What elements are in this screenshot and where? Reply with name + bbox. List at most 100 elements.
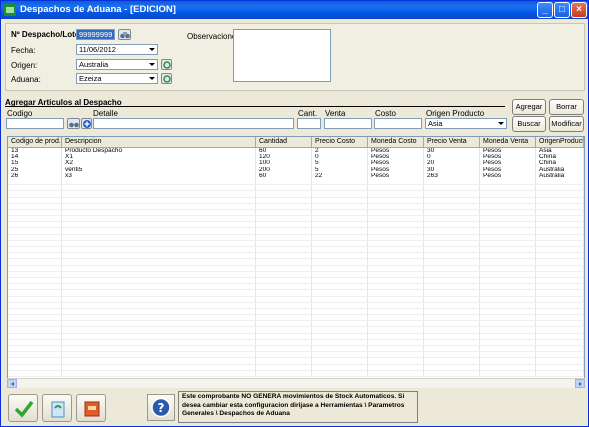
empty-cell [8,185,62,191]
empty-cell [424,327,480,333]
empty-cell [480,247,536,253]
empty-cell [8,315,62,321]
empty-cell [536,228,584,234]
column-header[interactable]: Descripcion [62,137,256,148]
detalle-input[interactable] [93,118,294,129]
column-header[interactable]: OrigenProducto [536,137,584,148]
origen-value: Australia [79,60,109,69]
accept-button[interactable] [8,394,38,422]
empty-cell [368,364,424,370]
empty-cell [62,358,256,364]
empty-cell [368,284,424,290]
scroll-right-icon[interactable] [575,379,585,388]
empty-cell [312,228,368,234]
observaciones-textarea[interactable] [233,29,331,82]
aduana-select[interactable]: Ezeiza [76,73,158,84]
empty-cell [312,364,368,370]
empty-cell [256,370,312,376]
empty-cell [312,253,368,259]
empty-cell [368,315,424,321]
empty-cell [8,296,62,302]
empty-cell [62,185,256,191]
empty-cell [8,290,62,296]
empty-cell [480,222,536,228]
close-button[interactable]: × [571,2,587,18]
help-button[interactable]: ? [147,394,175,421]
column-header[interactable]: Moneda Venta [480,137,536,148]
cant-input[interactable] [297,118,321,129]
origen-select[interactable]: Australia [76,59,158,70]
empty-cell [256,339,312,345]
maximize-button[interactable]: □ [554,2,570,18]
title-bar[interactable]: Despachos de Aduana - [EDICION] _ □ × [1,1,588,19]
empty-cell [368,209,424,216]
modificar-button[interactable]: Modificar [549,116,584,132]
column-header[interactable]: Precio Venta [424,137,480,148]
empty-cell [312,209,368,216]
agregar-button[interactable]: Agregar [512,99,546,115]
empty-cell [536,327,584,333]
borrar-button[interactable]: Borrar [549,99,584,115]
origen-producto-select[interactable]: Asia [425,118,507,129]
empty-cell [8,308,62,315]
empty-cell [8,247,62,253]
empty-cell [368,203,424,209]
origen-edit-button[interactable] [161,59,172,70]
buscar-button[interactable]: Buscar [512,116,546,132]
empty-cell [368,228,424,234]
column-header[interactable]: Moneda Costo [368,137,424,148]
empty-cell [536,277,584,284]
binoculars-icon [120,32,130,39]
help-icon: ? [151,397,171,418]
scroll-left-icon[interactable] [7,379,17,388]
fecha-select[interactable]: 11/06/2012 [76,44,158,55]
empty-cell [256,327,312,333]
chevron-down-icon [147,60,157,69]
header-panel: Nº Despacho/Lote: 99999999 Fecha: 11/06/… [5,23,585,91]
empty-cell [62,191,256,197]
empty-cell [368,352,424,358]
add-codigo-button[interactable] [81,118,92,129]
column-header[interactable]: Cantidad [256,137,312,148]
horizontal-scrollbar[interactable] [7,378,585,388]
empty-cell [480,315,536,321]
grid-header: Codigo de prod... Descripcion Cantidad Prec… [8,137,584,148]
empty-cell [62,315,256,321]
empty-cell [368,240,424,246]
aduana-edit-button[interactable] [161,73,172,84]
empty-cell [8,228,62,234]
empty-cell [312,327,368,333]
exit-button[interactable] [76,394,106,422]
search-codigo-button[interactable] [67,118,80,129]
empty-cell [8,333,62,339]
column-header[interactable]: Codigo de prod... [8,137,62,148]
empty-cell [256,302,312,308]
empty-cell [8,191,62,197]
empty-cell [424,185,480,191]
empty-cell [480,327,536,333]
minimize-button[interactable]: _ [537,2,553,18]
new-button[interactable] [42,394,72,422]
venta-input[interactable] [324,118,372,129]
empty-cell [62,197,256,203]
articulos-grid[interactable]: Codigo de prod... Descripcion Cantidad Prec… [7,136,585,388]
search-despacho-button[interactable] [118,29,131,40]
empty-cell [62,271,256,277]
costo-input[interactable] [374,118,422,129]
empty-cell [424,228,480,234]
empty-cell [536,222,584,228]
empty-cell [536,358,584,364]
empty-cell [424,339,480,345]
despacho-input[interactable]: 99999999 [76,29,115,40]
column-header[interactable]: Precio Costo [312,137,368,148]
codigo-input[interactable] [6,118,64,129]
empty-cell [8,271,62,277]
empty-cell [424,315,480,321]
empty-cell [312,315,368,321]
empty-cell [312,240,368,246]
empty-cell [312,234,368,240]
empty-cell [62,321,256,327]
empty-cell [8,253,62,259]
empty-cell [62,296,256,302]
empty-cell [536,333,584,339]
